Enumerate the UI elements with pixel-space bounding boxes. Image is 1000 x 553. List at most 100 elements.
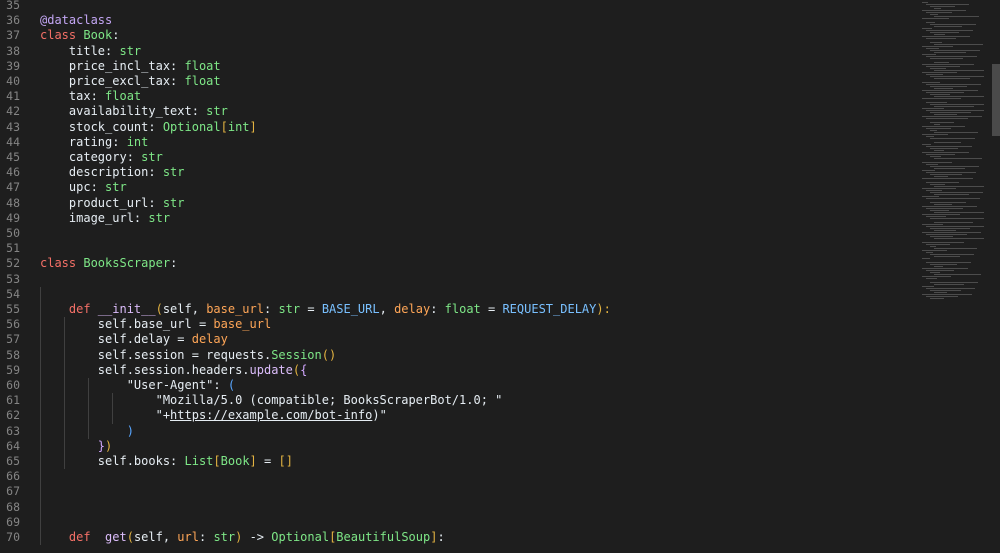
minimap-line (922, 268, 968, 269)
minimap-line (926, 226, 984, 227)
code-line[interactable]: def __init__(self, base_url: str = BASE_… (40, 302, 611, 317)
code-line[interactable]: ) (40, 424, 134, 439)
minimap-line (930, 254, 974, 255)
minimap-line (934, 132, 978, 133)
code-line[interactable]: self.session.headers.update({ (40, 362, 308, 378)
line-number: 42 (6, 104, 20, 119)
code-line[interactable]: tax: float (40, 89, 141, 104)
minimap-line (934, 266, 943, 267)
minimap-line (926, 22, 935, 23)
line-number: 43 (6, 119, 20, 134)
code-token: : (112, 28, 120, 43)
code-token: def (40, 302, 98, 316)
minimap-line (930, 184, 945, 185)
line-number: 65 (6, 454, 20, 468)
minimap-line (930, 272, 940, 273)
code-token: availability_text: (40, 104, 207, 119)
code-line[interactable]: self.delay = delay (40, 332, 228, 347)
minimap-line (930, 228, 970, 229)
code-editor[interactable]: 35 36 37 38 39 40 41 42 43 44 45 46 47 48 49 50 51 52 53 54… (0, 0, 1000, 553)
line-number: 50 (6, 226, 20, 240)
code-token: : (213, 378, 228, 392)
code-line[interactable]: }) (40, 439, 112, 454)
minimap-line (926, 118, 968, 119)
minimap-line (930, 32, 959, 33)
minimap-line (930, 50, 980, 51)
code-token: https://example.com/bot-info (170, 408, 373, 423)
minimap-line (926, 208, 963, 209)
code-line[interactable]: upc: str (40, 180, 127, 195)
code-line[interactable]: "Mozilla/5.0 (compatible; BooksScraperBo… (40, 393, 503, 408)
minimap-line (934, 88, 953, 89)
code-token: base_url (206, 302, 264, 316)
minimap-line (922, 82, 940, 83)
minimap-line (922, 54, 936, 55)
code-token: float (184, 58, 221, 73)
minimap-line (930, 166, 979, 167)
minimap-line (922, 242, 964, 243)
minimap-line (930, 112, 971, 113)
code-token: product_url: (40, 195, 163, 210)
code-line[interactable]: price_excl_tax: float (40, 74, 221, 89)
minimap-line (926, 216, 946, 217)
minimap-line (922, 232, 981, 233)
scrollbar-thumb[interactable] (992, 64, 1000, 136)
code-token: upc: (40, 180, 106, 195)
code-line[interactable]: price_incl_tax: float (40, 59, 221, 74)
minimap-line (926, 56, 977, 57)
code-token: self.books: (40, 454, 185, 468)
minimap-line (934, 168, 965, 169)
code-token: = (256, 454, 279, 468)
code-line[interactable]: class Book: (40, 28, 120, 43)
minimap-line (926, 154, 955, 155)
code-line[interactable]: "+https://example.com/bot-info)" (40, 408, 387, 423)
code-token: self.base_url = (40, 317, 214, 332)
minimap-line (934, 96, 984, 97)
line-number: 68 (6, 499, 20, 514)
line-number: 53 (6, 271, 20, 286)
minimap-line (934, 70, 984, 71)
code-line[interactable]: class BooksScraper: (40, 256, 177, 271)
minimap-line (930, 202, 966, 203)
line-number: 36 (6, 13, 20, 28)
code-line[interactable]: @dataclass (40, 13, 112, 28)
line-number: 56 (6, 317, 20, 332)
code-line[interactable]: availability_text: str (40, 104, 228, 119)
code-line[interactable]: title: str (40, 44, 141, 59)
minimap[interactable] (920, 0, 990, 553)
code-line[interactable]: def get(self, url: str) -> Optional[Beau… (40, 530, 445, 545)
code-token: )" (372, 408, 387, 423)
line-number: 37 (6, 28, 20, 43)
code-line[interactable]: stock_count: Optional[int] (40, 120, 257, 135)
line-number: 64 (6, 438, 20, 453)
indent-guide (112, 393, 113, 424)
line-number: 66 (6, 469, 20, 484)
code-token: self.session.headers. (40, 362, 250, 377)
code-line[interactable]: self.books: List[Book] = [] (40, 454, 293, 469)
minimap-line (922, 98, 961, 99)
code-line[interactable]: category: str (40, 150, 163, 165)
code-token: ( (155, 302, 163, 316)
code-line[interactable]: rating: int (40, 135, 149, 150)
code-line[interactable]: product_url: str (40, 196, 185, 211)
code-line[interactable]: description: str (40, 165, 185, 180)
minimap-line (930, 156, 941, 157)
code-line[interactable]: self.session = requests.Session() (40, 348, 336, 363)
code-token: { (300, 362, 308, 377)
line-number: 61 (6, 393, 20, 408)
minimap-line (926, 110, 984, 111)
minimap-line (930, 218, 984, 219)
code-line[interactable]: self.base_url = base_url (40, 317, 271, 332)
code-line[interactable]: image_url: str (40, 211, 170, 226)
code-token: self, (133, 530, 178, 544)
code-token: delay (394, 302, 431, 316)
minimap-line (934, 62, 949, 63)
minimap-line (926, 136, 934, 137)
code-line[interactable]: "User-Agent": ( (40, 378, 235, 393)
code-token: : (170, 256, 178, 271)
line-number: 52 (6, 256, 20, 271)
code-token: str (162, 195, 185, 210)
minimap-line (926, 288, 975, 289)
code-token: self, (162, 302, 207, 316)
